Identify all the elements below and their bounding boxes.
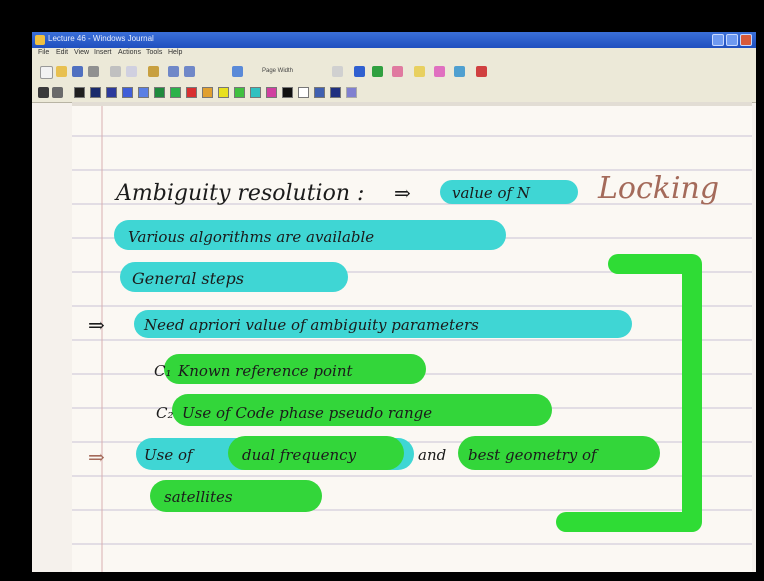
line-general: General steps xyxy=(132,269,244,288)
line-known: Known reference point xyxy=(177,362,353,380)
value-of-n: value of N xyxy=(452,184,531,202)
heading-ambiguity: Ambiguity resolution : xyxy=(114,181,364,206)
line-satellites: satellites xyxy=(164,488,233,506)
journal-window: Lecture 46 - Windows Journal File Edit V… xyxy=(32,32,756,572)
arrow-2: ⇒ xyxy=(88,313,105,337)
locking-note: Locking xyxy=(597,171,719,206)
line-need: Need apriori value of ambiguity paramete… xyxy=(143,316,479,334)
arrow-3: ⇒ xyxy=(88,445,105,469)
line-and: and xyxy=(418,446,446,464)
arrow-1: ⇒ xyxy=(394,181,411,205)
line-use-of: Use of xyxy=(144,446,195,464)
line-dual: dual frequency xyxy=(242,446,357,464)
bullet-c1: C₁ xyxy=(154,362,172,380)
green-bracket xyxy=(556,254,702,532)
line-code: Use of Code phase pseudo range xyxy=(182,404,432,422)
note-canvas[interactable]: Ambiguity resolution : ⇒ value of N Lock… xyxy=(32,32,756,572)
line-best: best geometry of xyxy=(468,446,599,464)
line-various: Various algorithms are available xyxy=(128,228,374,246)
bullet-c2: C₂ xyxy=(156,404,174,422)
